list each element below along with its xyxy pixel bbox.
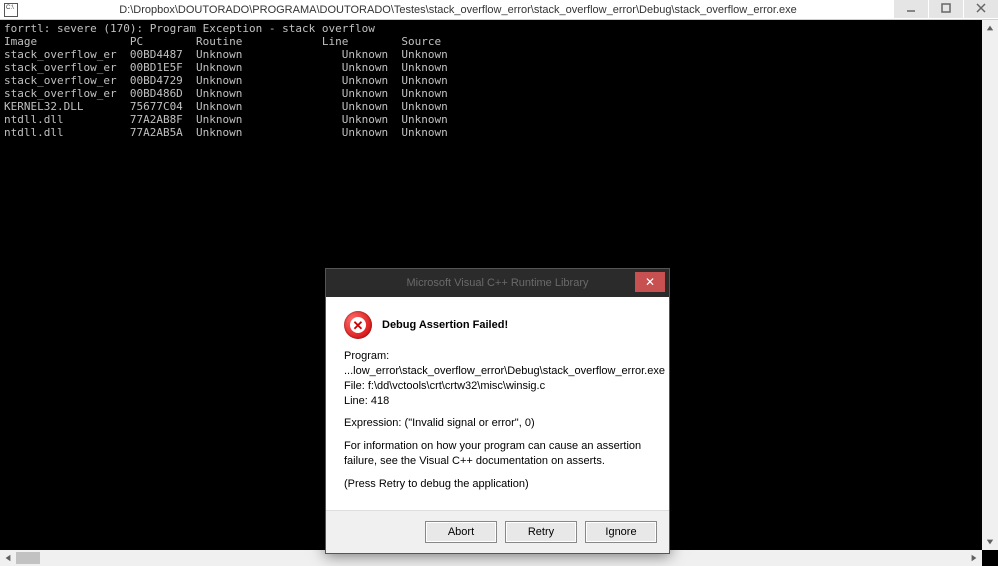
assert-title: Debug Assertion Failed! <box>382 319 508 331</box>
info-text-2: failure, see the Visual C++ documentatio… <box>344 454 651 469</box>
window-title: D:\Dropbox\DOUTORADO\PROGRAMA\DOUTORADO\… <box>18 4 998 16</box>
close-button[interactable] <box>964 0 998 18</box>
console-header-row: Image PC Routine Line Source <box>4 35 994 48</box>
ignore-button[interactable]: Ignore <box>585 521 657 543</box>
expression-text: Expression: ("Invalid signal or error", … <box>344 416 651 431</box>
scroll-up-icon[interactable] <box>982 20 998 36</box>
scroll-down-icon[interactable] <box>982 534 998 550</box>
info-text-1: For information on how your program can … <box>344 439 651 454</box>
error-icon: ✕ <box>344 311 372 339</box>
console-trace-row: stack_overflow_er 00BD4729 Unknown Unkno… <box>4 74 994 87</box>
abort-button[interactable]: Abort <box>425 521 497 543</box>
program-path: ...low_error\stack_overflow_error\Debug\… <box>344 364 651 379</box>
dialog-body: ✕ Debug Assertion Failed! Program: ...lo… <box>326 297 669 510</box>
maximize-button[interactable] <box>929 0 963 18</box>
scroll-thumb[interactable] <box>16 552 40 564</box>
line-number: Line: 418 <box>344 394 651 409</box>
retry-button[interactable]: Retry <box>505 521 577 543</box>
file-line: File: f:\dd\vctools\crt\crtw32\misc\wins… <box>344 379 651 394</box>
console-trace-row: stack_overflow_er 00BD486D Unknown Unkno… <box>4 87 994 100</box>
console-trace-row: KERNEL32.DLL 75677C04 Unknown Unknown Un… <box>4 100 994 113</box>
minimize-button[interactable] <box>894 0 928 18</box>
console-trace-row: stack_overflow_er 00BD4487 Unknown Unkno… <box>4 48 994 61</box>
console-trace-row: stack_overflow_er 00BD1E5F Unknown Unkno… <box>4 61 994 74</box>
window-titlebar: D:\Dropbox\DOUTORADO\PROGRAMA\DOUTORADO\… <box>0 0 998 20</box>
scroll-right-icon[interactable] <box>966 550 982 566</box>
dialog-title: Microsoft Visual C++ Runtime Library <box>407 277 589 289</box>
dialog-titlebar: Microsoft Visual C++ Runtime Library ✕ <box>326 269 669 297</box>
dialog-close-button[interactable]: ✕ <box>635 272 665 292</box>
retry-hint: (Press Retry to debug the application) <box>344 477 651 492</box>
program-label: Program: <box>344 349 651 364</box>
close-icon: ✕ <box>645 275 655 289</box>
dialog-button-row: Abort Retry Ignore <box>326 510 669 553</box>
console-trace-row: ntdll.dll 77A2AB8F Unknown Unknown Unkno… <box>4 113 994 126</box>
console-trace-row: ntdll.dll 77A2AB5A Unknown Unknown Unkno… <box>4 126 994 139</box>
console-error-line: forrtl: severe (170): Program Exception … <box>4 22 994 35</box>
app-icon <box>4 3 18 17</box>
scroll-left-icon[interactable] <box>0 550 16 566</box>
vertical-scrollbar[interactable] <box>982 20 998 550</box>
window-controls <box>893 0 998 18</box>
runtime-error-dialog: Microsoft Visual C++ Runtime Library ✕ ✕… <box>325 268 670 554</box>
